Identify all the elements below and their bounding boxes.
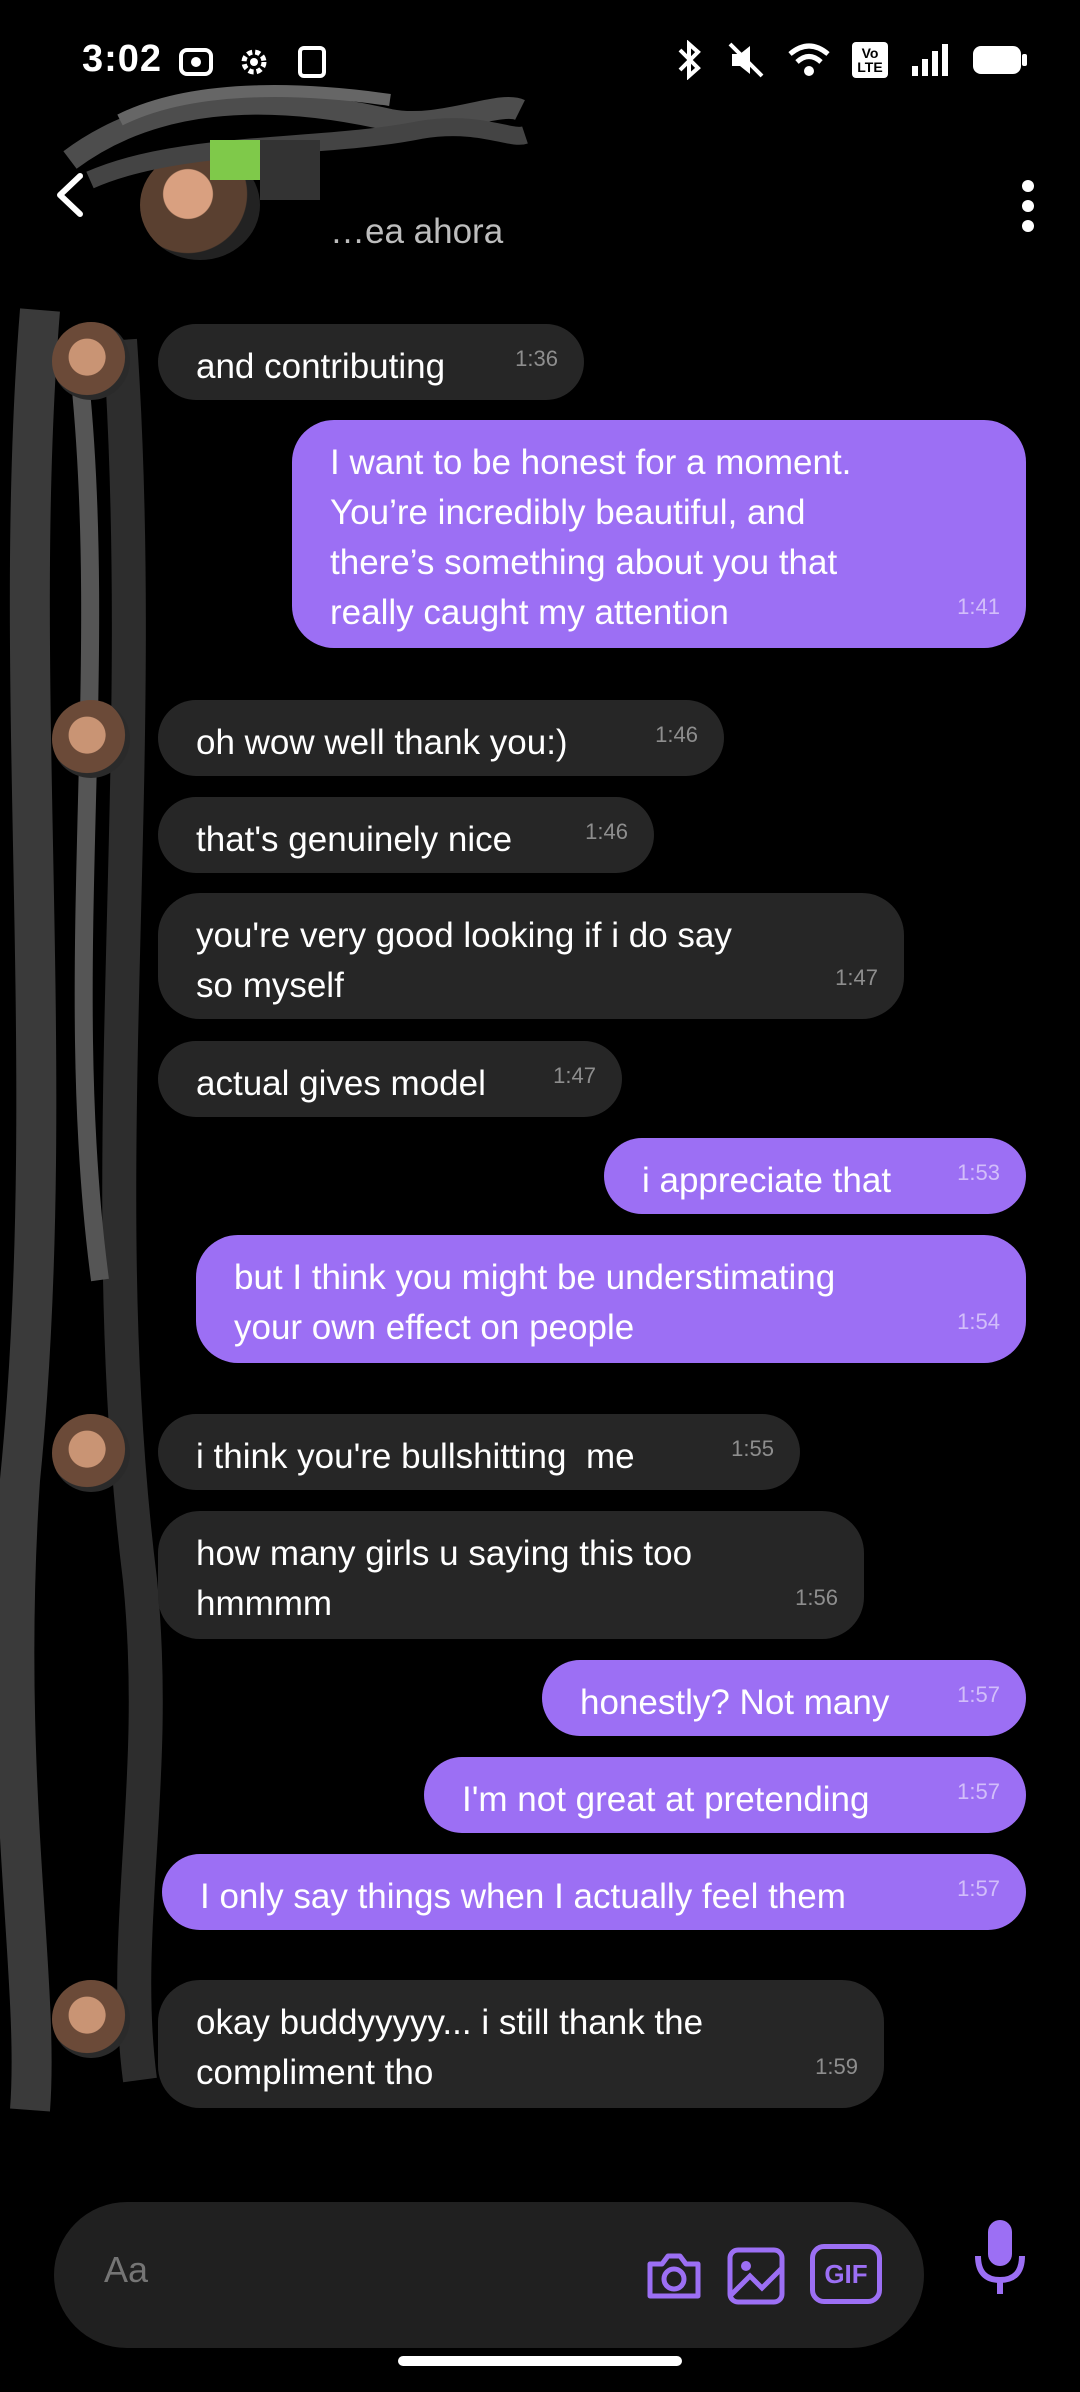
sender-avatar: [52, 1980, 130, 2058]
more-options-icon[interactable]: [1016, 178, 1040, 234]
sender-avatar: [52, 322, 130, 400]
redaction-scribble: [63, 85, 528, 200]
message-bubble-incoming[interactable]: and contributing 1:36: [158, 324, 584, 400]
message-text: okay buddyyyyy... i still thank the comp…: [196, 2003, 704, 2092]
message-time: 1:41: [957, 594, 1000, 619]
message-time: 1:57: [957, 1779, 1000, 1804]
message-input[interactable]: [102, 2248, 406, 2292]
bluetooth-icon: [678, 40, 701, 80]
home-indicator[interactable]: [398, 2356, 682, 2366]
message-time: 1:54: [957, 1309, 1000, 1334]
camera-icon[interactable]: [642, 2244, 706, 2308]
message-bubble-incoming[interactable]: i think you're bullshitting me 1:55: [158, 1414, 800, 1490]
message-time: 1:47: [553, 1063, 596, 1088]
message-text: I only say things when I actually feel t…: [200, 1877, 846, 1916]
message-text: I want to be honest for a moment. You’re…: [330, 443, 852, 632]
message-bubble-outgoing[interactable]: I want to be honest for a moment. You’re…: [292, 420, 1026, 648]
battery-icon: [973, 46, 1027, 74]
message-bubble-outgoing[interactable]: but I think you might be understimating …: [196, 1235, 1026, 1363]
gallery-icon[interactable]: [724, 2244, 788, 2308]
message-text: that's genuinely nice: [196, 820, 513, 859]
message-text: you're very good looking if i do say so …: [196, 916, 732, 1005]
message-bubble-outgoing[interactable]: honestly? Not many 1:57: [542, 1660, 1026, 1736]
message-text: i think you're bullshitting me: [196, 1437, 635, 1476]
message-time: 1:59: [815, 2054, 858, 2079]
message-time: 1:53: [957, 1160, 1000, 1185]
message-bubble-incoming[interactable]: okay buddyyyyy... i still thank the comp…: [158, 1980, 884, 2108]
message-bubble-incoming[interactable]: oh wow well thank you:) 1:46: [158, 700, 724, 776]
gif-button[interactable]: GIF: [810, 2244, 882, 2304]
gif-label: GIF: [824, 2258, 868, 2289]
message-time: 1:46: [655, 722, 698, 747]
message-bubble-incoming[interactable]: you're very good looking if i do say so …: [158, 893, 904, 1019]
sender-avatar: [52, 1414, 130, 1492]
mute-icon: [728, 42, 764, 78]
notification-app-icon: [179, 48, 213, 76]
microphone-icon[interactable]: [970, 2218, 1030, 2298]
signal-icon: [912, 44, 948, 76]
message-bubble-outgoing[interactable]: I'm not great at pretending 1:57: [424, 1757, 1026, 1833]
message-bubble-outgoing[interactable]: i appreciate that 1:53: [604, 1138, 1026, 1214]
notification-icon: [298, 46, 326, 78]
redaction-scribble: [0, 308, 163, 2112]
sender-avatar: [52, 700, 130, 778]
message-text: how many girls u saying this too hmmmm: [196, 1534, 693, 1623]
message-text: but I think you might be understimating …: [234, 1258, 836, 1347]
message-bubble-incoming[interactable]: that's genuinely nice 1:46: [158, 797, 654, 873]
message-text: I'm not great at pretending: [462, 1780, 870, 1819]
settings-gear-icon: [241, 49, 267, 75]
message-composer: GIF: [54, 2202, 924, 2348]
message-time: 1:57: [957, 1682, 1000, 1707]
message-time: 1:56: [795, 1585, 838, 1610]
message-bubble-outgoing[interactable]: I only say things when I actually feel t…: [162, 1854, 1026, 1930]
message-bubble-incoming[interactable]: actual gives model 1:47: [158, 1041, 622, 1117]
wifi-icon: [788, 43, 830, 76]
message-time: 1:57: [957, 1876, 1000, 1901]
message-time: 1:55: [731, 1436, 774, 1461]
message-time: 1:46: [585, 819, 628, 844]
message-time: 1:47: [835, 965, 878, 990]
volte-badge: Vo LTE: [852, 42, 888, 78]
message-text: oh wow well thank you:): [196, 723, 568, 762]
message-time: 1:36: [515, 346, 558, 371]
status-time: 3:02: [82, 38, 163, 80]
message-bubble-incoming[interactable]: how many girls u saying this too hmmmm 1…: [158, 1511, 864, 1639]
contact-status: …ea ahora: [330, 212, 504, 251]
message-text: honestly? Not many: [580, 1683, 890, 1722]
